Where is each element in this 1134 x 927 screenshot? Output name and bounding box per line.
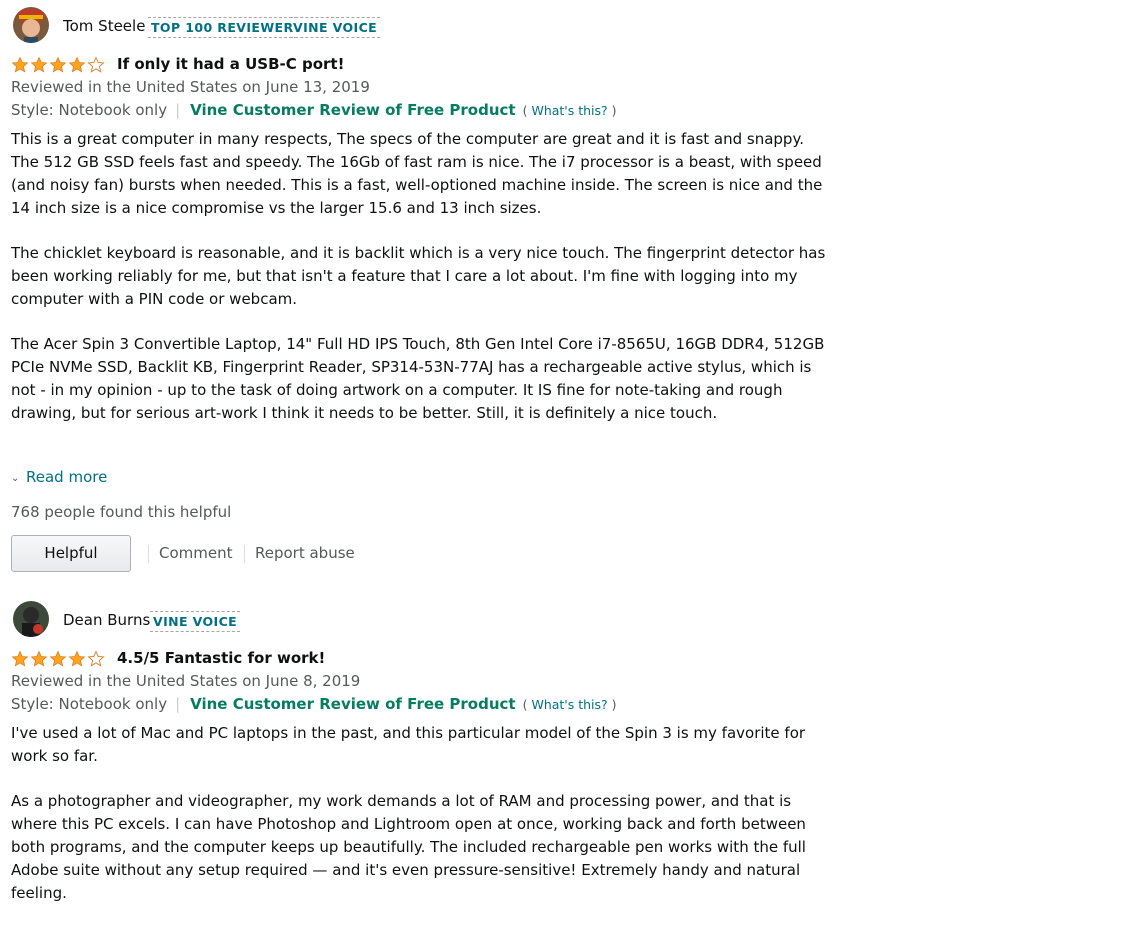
avatar[interactable] [13,601,49,637]
whats-this-link[interactable]: What's this? [531,697,607,712]
star-filled-icon [11,56,29,73]
helpful-count: 768 people found this helpful [11,503,232,521]
top-reviewer-badge[interactable]: TOP 100 REVIEWER [148,17,297,38]
star-filled-icon [49,650,67,667]
reviewer-name[interactable]: Dean Burns [63,611,150,629]
whats-this: ( What's this? ) [523,697,617,712]
reviewer-profile[interactable]: Dean Burns VINE VOICE [11,601,826,641]
reviewer-profile[interactable]: Tom Steele TOP 100 REVIEWER VINE VOICE [11,7,826,47]
review-body: This is a great computer in many respect… [11,128,826,447]
review-title[interactable]: 4.5/5 Fantastic for work! [117,649,325,667]
star-rating[interactable] [11,650,106,668]
review-paragraph: The chicklet keyboard is reasonable, and… [11,244,826,308]
style-row: Style: Notebook only | Vine Customer Revie… [11,101,617,119]
comment-link[interactable]: Comment [159,544,233,562]
vine-label: Vine Customer Review of Free Product [190,101,516,119]
review-body: I've used a lot of Mac and PC laptops in… [11,722,826,927]
whats-this-link[interactable]: What's this? [531,103,607,118]
chevron-down-icon: ⌄ [11,473,20,484]
helpful-button[interactable]: Helpful [11,535,131,572]
review-date: Reviewed in the United States on June 8,… [11,672,361,690]
paren-close: ) [611,697,617,712]
star-filled-icon [30,56,48,73]
paren-open: ( [522,103,528,118]
paren-close: ) [611,103,617,118]
divider: | [175,695,181,713]
divider: | [175,101,181,119]
review-1: Tom Steele TOP 100 REVIEWER VINE VOICE I… [11,7,826,572]
divider [148,545,149,563]
paren-open: ( [522,697,528,712]
review-paragraph: As a photographer and videographer, my w… [11,792,806,902]
star-filled-icon [68,56,86,73]
report-abuse-link[interactable]: Report abuse [255,544,355,562]
star-filled-icon [68,650,86,667]
style-label[interactable]: Style: Notebook only [11,695,167,713]
style-row: Style: Notebook only | Vine Customer Revie… [11,695,617,713]
vine-voice-badge[interactable]: VINE VOICE [290,17,381,38]
star-empty-icon [87,56,105,73]
avatar[interactable] [13,7,49,43]
review-paragraph: I've used a lot of Mac and PC laptops in… [11,724,806,765]
review-2: Dean Burns VINE VOICE 4.5/5 Fantastic fo… [11,601,826,902]
divider [244,545,245,563]
star-empty-icon [87,650,105,667]
star-filled-icon [49,56,67,73]
vine-label: Vine Customer Review of Free Product [190,695,516,713]
review-title[interactable]: If only it had a USB-C port! [117,55,344,73]
whats-this: ( What's this? ) [523,103,617,118]
read-more-link[interactable]: ⌄ Read more [11,468,107,486]
style-label[interactable]: Style: Notebook only [11,101,167,119]
star-filled-icon [11,650,29,667]
review-date: Reviewed in the United States on June 13… [11,78,370,96]
review-paragraph: The Acer Spin 3 Convertible Laptop, 14" … [11,335,825,423]
reviewer-name[interactable]: Tom Steele [63,17,145,35]
read-more-label: Read more [26,468,108,486]
star-rating[interactable] [11,56,106,74]
vine-voice-badge[interactable]: VINE VOICE [150,611,241,632]
star-filled-icon [30,650,48,667]
review-paragraph: This is a great computer in many respect… [11,130,823,217]
